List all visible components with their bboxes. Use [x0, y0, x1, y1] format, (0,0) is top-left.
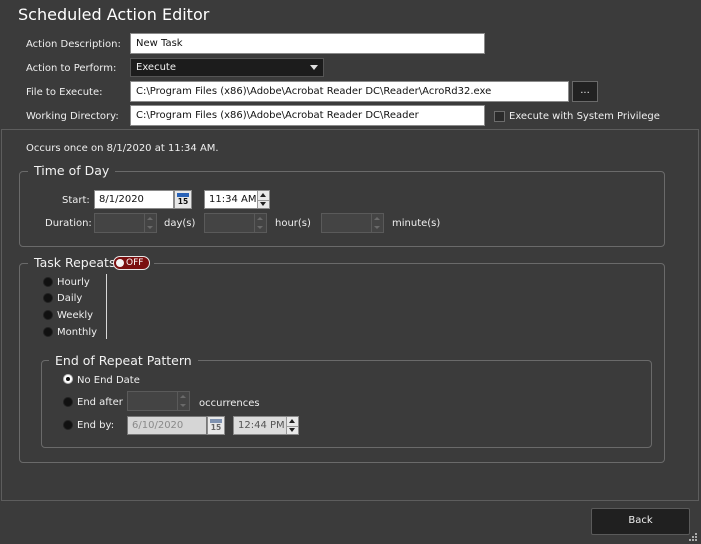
- repeat-hourly-radio[interactable]: [43, 277, 53, 287]
- repeat-options-divider: [106, 274, 107, 339]
- spin-down-icon: [374, 226, 380, 229]
- repeat-weekly-label: Weekly: [57, 310, 94, 321]
- chevron-down-icon: [310, 65, 318, 70]
- task-repeats-toggle[interactable]: OFF: [113, 256, 150, 270]
- end-by-time-stepper[interactable]: 12:44 PM: [233, 416, 299, 435]
- end-after-label: End after: [77, 397, 123, 408]
- end-by-calendar-button[interactable]: 15: [207, 416, 225, 435]
- duration-days-stepper[interactable]: [94, 213, 157, 233]
- spin-up-icon: [257, 217, 263, 220]
- task-repeats-title: Task Repeats: [34, 255, 116, 270]
- calendar-day-number: 15: [177, 197, 189, 206]
- minutes-unit-label: minute(s): [392, 218, 441, 229]
- calendar-day-number: 15: [210, 423, 222, 432]
- repeat-weekly-radio[interactable]: [43, 310, 53, 320]
- spin-down-icon: [257, 226, 263, 229]
- file-to-execute-input[interactable]: C:\Program Files (x86)\Adobe\Acrobat Rea…: [130, 81, 569, 102]
- back-button[interactable]: Back: [591, 508, 690, 535]
- repeat-daily-radio[interactable]: [43, 293, 53, 303]
- time-of-day-title: Time of Day: [28, 163, 116, 178]
- action-to-perform-value: Execute: [136, 62, 176, 73]
- repeat-monthly-label: Monthly: [57, 327, 98, 338]
- working-directory-label: Working Directory:: [26, 111, 119, 122]
- file-to-execute-label: File to Execute:: [26, 87, 103, 98]
- end-by-time-value: 12:44 PM: [238, 420, 285, 431]
- end-after-radio[interactable]: [63, 397, 73, 407]
- spin-up-icon: [147, 217, 153, 220]
- action-description-label: Action Description:: [26, 39, 121, 50]
- end-by-label: End by:: [77, 420, 115, 431]
- resize-grip-icon[interactable]: [688, 532, 698, 542]
- start-label: Start:: [62, 195, 90, 206]
- end-of-repeat-title: End of Repeat Pattern: [49, 353, 198, 368]
- start-time-stepper[interactable]: 11:34 AM: [204, 190, 270, 209]
- spin-down-icon[interactable]: [289, 428, 295, 432]
- spin-up-icon[interactable]: [260, 193, 266, 197]
- repeat-monthly-radio[interactable]: [43, 327, 53, 337]
- system-privilege-label: Execute with System Privilege: [509, 111, 660, 122]
- working-directory-input[interactable]: C:\Program Files (x86)\Adobe\Acrobat Rea…: [130, 105, 485, 126]
- spin-down-icon: [147, 226, 153, 229]
- action-to-perform-dropdown[interactable]: Execute: [130, 58, 324, 77]
- end-by-date-input[interactable]: 6/10/2020: [127, 416, 207, 435]
- spin-up-icon[interactable]: [289, 419, 295, 423]
- browse-button[interactable]: ...: [572, 81, 598, 102]
- no-end-date-radio[interactable]: [63, 374, 73, 384]
- occurrences-label: occurrences: [199, 398, 260, 409]
- repeat-hourly-label: Hourly: [57, 277, 90, 288]
- spin-down-icon[interactable]: [260, 202, 266, 206]
- toggle-state-label: OFF: [126, 258, 144, 268]
- time-of-day-group: [19, 171, 665, 247]
- start-date-calendar-button[interactable]: 15: [174, 190, 192, 209]
- action-description-input[interactable]: New Task: [130, 33, 485, 54]
- duration-hours-stepper[interactable]: [204, 213, 267, 233]
- start-date-input[interactable]: 8/1/2020: [94, 190, 174, 209]
- duration-label: Duration:: [45, 218, 92, 229]
- window-title: Scheduled Action Editor: [18, 5, 210, 24]
- start-time-value: 11:34 AM: [209, 194, 257, 205]
- spin-up-icon: [180, 395, 186, 398]
- system-privilege-checkbox[interactable]: [494, 111, 505, 122]
- toggle-knob: [116, 259, 124, 267]
- end-by-radio[interactable]: [63, 420, 73, 430]
- repeat-daily-label: Daily: [57, 293, 83, 304]
- spin-up-icon: [374, 217, 380, 220]
- duration-minutes-stepper[interactable]: [321, 213, 384, 233]
- occurrences-stepper[interactable]: [127, 391, 190, 411]
- days-unit-label: day(s): [164, 218, 196, 229]
- spin-down-icon: [180, 404, 186, 407]
- hours-unit-label: hour(s): [275, 218, 311, 229]
- action-to-perform-label: Action to Perform:: [26, 63, 117, 74]
- no-end-date-label: No End Date: [77, 375, 140, 386]
- schedule-summary: Occurs once on 8/1/2020 at 11:34 AM.: [26, 143, 219, 154]
